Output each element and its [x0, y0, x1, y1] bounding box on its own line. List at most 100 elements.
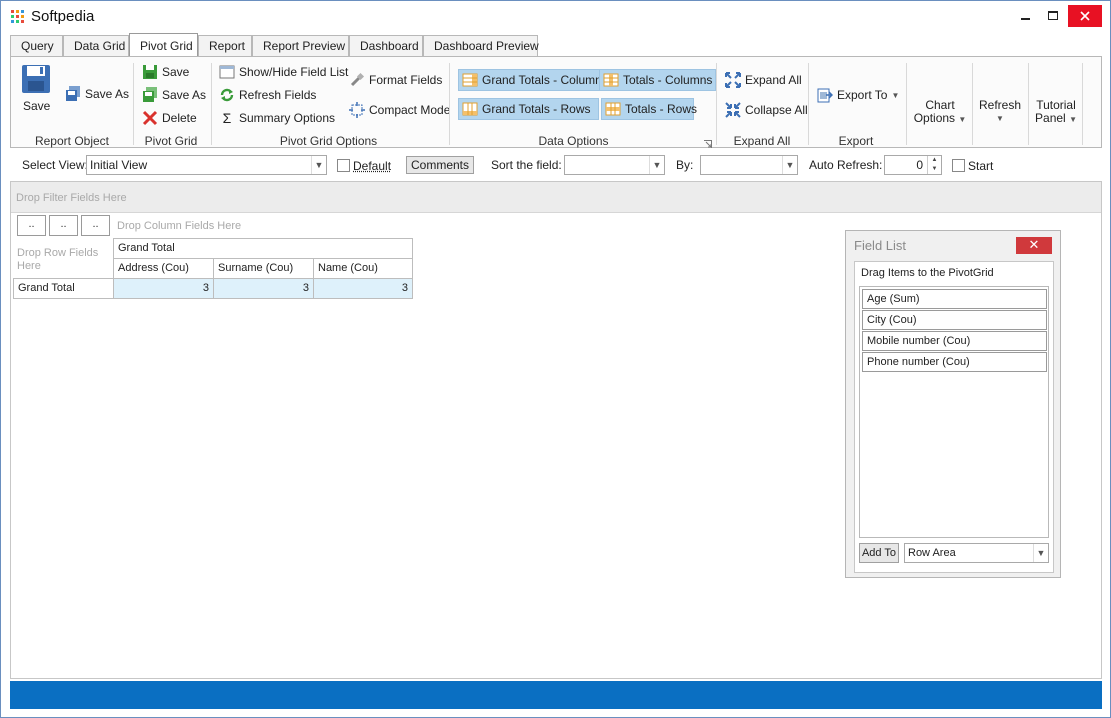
data-cell-surname[interactable]: 3 [213, 278, 314, 299]
tab-pivot-grid[interactable]: Pivot Grid [129, 33, 198, 56]
collapse-all-button[interactable]: Collapse All [725, 102, 808, 118]
show-hide-field-list-button[interactable]: Show/Hide Field List [219, 64, 348, 80]
save-report-button[interactable]: Save [23, 99, 50, 113]
grand-totals-columns-label: Grand Totals - Columns [482, 73, 608, 87]
refresh-fields-label: Refresh Fields [239, 88, 317, 102]
chevron-down-icon: ▼ [649, 156, 664, 174]
group-label-expand-all: Expand All [733, 134, 791, 148]
start-checkbox[interactable] [952, 159, 965, 172]
export-to-label: Export To [837, 88, 888, 102]
field-item-city[interactable]: City (Cou) [862, 310, 1047, 330]
pivot-area-button[interactable]: .. [17, 215, 46, 236]
pivot-save-button[interactable]: Save [142, 64, 189, 80]
field-item-age[interactable]: Age (Sum) [862, 289, 1047, 309]
ribbon: Save Save As Report Object Save Save As … [10, 56, 1102, 148]
dropdown-arrow-icon: ▼ [891, 90, 900, 100]
view-options-bar: Select View: Initial View ▼ Default Comm… [10, 151, 1102, 179]
format-fields-button[interactable]: Format Fields [349, 72, 442, 88]
ribbon-separator [972, 63, 973, 145]
dialog-launcher-icon[interactable] [704, 137, 712, 148]
collapse-all-icon [725, 102, 741, 118]
save-report-icon[interactable] [20, 63, 52, 95]
dropdown-arrow-icon: ▼ [958, 115, 967, 124]
sort-by-dropdown[interactable]: ▼ [700, 155, 798, 175]
field-item-phone-number[interactable]: Phone number (Cou) [862, 352, 1047, 372]
drop-column-hint: Drop Column Fields Here [117, 220, 242, 232]
field-list-panel: Drag Items to the PivotGrid Age (Sum) Ci… [854, 261, 1054, 573]
tab-query[interactable]: Query [10, 35, 63, 57]
tutorial-panel-button[interactable]: Tutorial Panel ▼ [1031, 99, 1081, 126]
status-bar [10, 681, 1102, 709]
expand-all-button[interactable]: Expand All [725, 72, 802, 88]
grand-totals-columns-icon [462, 72, 478, 88]
refresh-fields-button[interactable]: Refresh Fields [219, 87, 316, 103]
ribbon-separator [449, 63, 450, 145]
field-item-mobile-number[interactable]: Mobile number (Cou) [862, 331, 1047, 351]
tab-dashboard-preview[interactable]: Dashboard Preview [423, 35, 539, 57]
tab-dashboard[interactable]: Dashboard [349, 35, 423, 57]
field-list-window[interactable]: Field List ✕ Drag Items to the PivotGrid… [845, 230, 1061, 578]
refresh-fields-icon [219, 87, 235, 103]
save-as-green-icon [142, 87, 158, 103]
field-list-title: Field List [854, 238, 907, 253]
grand-total-column-header: Grand Total [113, 238, 413, 259]
auto-refresh-value: 0 [916, 158, 923, 172]
minimize-button[interactable] [1011, 5, 1041, 27]
pivot-delete-button[interactable]: Delete [142, 110, 197, 126]
compact-mode-icon [349, 102, 365, 118]
refresh-button[interactable]: Refresh ▼ [975, 99, 1025, 125]
pivot-save-as-button[interactable]: Save As [142, 87, 206, 103]
app-logo-icon [11, 10, 25, 24]
drop-filter-hint: Drop Filter Fields Here [16, 192, 127, 204]
tab-data-grid[interactable]: Data Grid [63, 35, 129, 57]
filter-drop-zone[interactable]: Drop Filter Fields Here [11, 182, 1101, 213]
tab-report-preview[interactable]: Report Preview [252, 35, 349, 57]
data-cell-name[interactable]: 3 [313, 278, 413, 299]
select-view-label: Select View: [22, 158, 88, 172]
data-cell-address[interactable]: 3 [113, 278, 214, 299]
totals-columns-icon [603, 72, 619, 88]
sigma-icon: Σ [222, 110, 232, 126]
comments-button[interactable]: Comments [406, 156, 474, 174]
group-label-export: Export [838, 134, 874, 148]
chart-options-button[interactable]: Chart Options ▼ [911, 99, 969, 126]
chart-options-label-2: Options ▼ [913, 111, 967, 125]
sort-field-dropdown[interactable]: ▼ [564, 155, 665, 175]
default-checkbox[interactable] [337, 159, 350, 172]
totals-columns-toggle[interactable]: Totals - Columns [599, 69, 717, 91]
pivot-area-button[interactable]: .. [49, 215, 78, 236]
auto-refresh-spinner[interactable]: 0 ▲ ▼ [884, 155, 942, 175]
save-as-report-button[interactable]: Save As [65, 86, 129, 102]
expand-all-label: Expand All [745, 73, 802, 87]
spinner-arrows-icon[interactable]: ▲ ▼ [927, 156, 941, 174]
export-to-button[interactable]: Export To ▼ [817, 87, 899, 103]
maximize-button[interactable] [1038, 5, 1068, 27]
field-list-close-button[interactable]: ✕ [1016, 237, 1052, 254]
group-label-pivot-grid: Pivot Grid [144, 134, 198, 148]
totals-rows-toggle[interactable]: Totals - Rows [601, 98, 697, 120]
select-view-dropdown[interactable]: Initial View ▼ [86, 155, 327, 175]
pivot-save-as-label: Save As [162, 88, 207, 102]
add-to-button[interactable]: Add To [859, 543, 899, 563]
ribbon-separator [906, 63, 907, 145]
grand-totals-columns-toggle[interactable]: Grand Totals - Columns [458, 69, 612, 91]
group-label-report-object: Report Object [34, 134, 110, 148]
compact-mode-button[interactable]: Compact Mode [349, 102, 450, 118]
column-header-surname[interactable]: Surname (Cou) [213, 258, 314, 279]
pivot-delete-label: Delete [162, 111, 197, 125]
window-title: Softpedia [31, 8, 95, 25]
ribbon-separator [133, 63, 134, 145]
start-label: Start [968, 159, 994, 173]
summary-options-button[interactable]: Σ Summary Options [219, 110, 335, 126]
close-button[interactable] [1068, 5, 1102, 27]
field-list-box: Age (Sum) City (Cou) Mobile number (Cou)… [859, 286, 1049, 538]
pivot-area-button[interactable]: .. [81, 215, 110, 236]
column-header-address[interactable]: Address (Cou) [113, 258, 214, 279]
area-dropdown[interactable]: Row Area ▼ [904, 543, 1049, 563]
tab-report[interactable]: Report [198, 35, 252, 57]
grand-totals-rows-toggle[interactable]: Grand Totals - Rows [458, 98, 599, 120]
column-header-name[interactable]: Name (Cou) [313, 258, 413, 279]
tutorial-panel-label-2: Panel ▼ [1035, 111, 1077, 125]
auto-refresh-label: Auto Refresh: [809, 158, 883, 172]
select-view-value: Initial View [90, 158, 148, 172]
